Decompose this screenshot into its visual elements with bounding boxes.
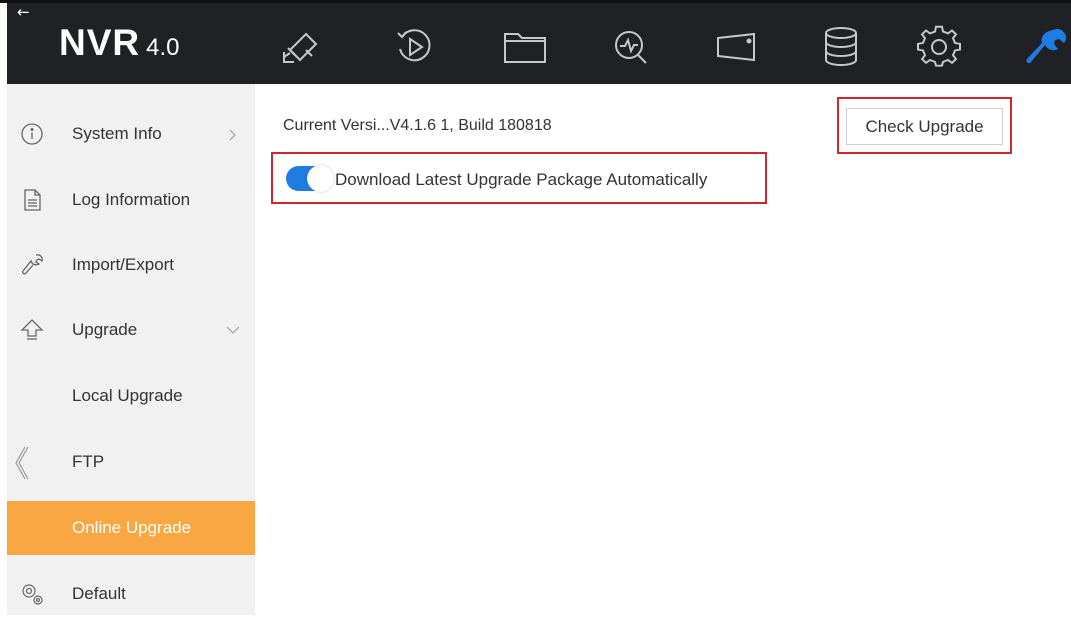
collapse-chevron-left-icon[interactable] bbox=[11, 444, 31, 482]
toggle-knob bbox=[307, 165, 334, 192]
sidebar-item-label: Local Upgrade bbox=[72, 386, 183, 405]
brand-version: 4.0 bbox=[146, 34, 180, 61]
brand-name: NVR bbox=[59, 22, 141, 63]
live-view-camera-icon[interactable] bbox=[276, 24, 324, 70]
sidebar-item-import-export[interactable]: Import/Export bbox=[7, 233, 255, 298]
file-folder-icon[interactable] bbox=[501, 24, 549, 70]
info-icon bbox=[19, 121, 45, 147]
sidebar-item-ftp[interactable]: FTP bbox=[7, 430, 255, 495]
sidebar: System Info Log Information Import/Expor… bbox=[7, 84, 255, 615]
sidebar-item-local-upgrade[interactable]: Local Upgrade bbox=[7, 364, 255, 429]
top-navigation-bar: ← NVR 4.0 bbox=[7, 3, 1071, 84]
sidebar-item-default[interactable]: Default bbox=[7, 562, 255, 627]
settings-gear-icon[interactable] bbox=[915, 24, 963, 70]
sidebar-item-system-info[interactable]: System Info bbox=[7, 102, 255, 167]
chevron-right-icon bbox=[224, 126, 242, 144]
sidebar-item-upgrade[interactable]: Upgrade bbox=[7, 298, 255, 363]
sidebar-item-label: Log Information bbox=[72, 190, 191, 209]
document-icon bbox=[19, 187, 45, 213]
chevron-down-icon bbox=[224, 321, 242, 339]
sidebar-item-log-information[interactable]: Log Information bbox=[7, 168, 255, 233]
gears-icon bbox=[19, 581, 45, 607]
sidebar-item-label: FTP bbox=[72, 452, 105, 471]
playback-icon[interactable] bbox=[390, 24, 438, 70]
screen-display-icon[interactable] bbox=[712, 24, 760, 70]
sidebar-item-online-upgrade[interactable]: Online Upgrade bbox=[7, 501, 255, 555]
current-version-text: Current Versi...V4.1.6 1, Build 180818 bbox=[283, 117, 552, 134]
maintenance-wrench-icon[interactable] bbox=[1023, 24, 1071, 70]
sidebar-item-label: Import/Export bbox=[72, 255, 175, 274]
sidebar-item-label: System Info bbox=[72, 124, 162, 143]
brand-logo: NVR 4.0 bbox=[59, 22, 180, 64]
smart-analysis-icon[interactable] bbox=[607, 24, 655, 70]
back-arrow-icon[interactable]: ← bbox=[17, 4, 30, 20]
storage-icon[interactable] bbox=[817, 24, 865, 70]
sidebar-item-label: Upgrade bbox=[72, 320, 138, 339]
wrench-icon bbox=[19, 252, 45, 278]
auto-download-label: Download Latest Upgrade Package Automati… bbox=[335, 170, 708, 189]
sidebar-item-label: Default bbox=[72, 584, 126, 603]
sidebar-item-label: Online Upgrade bbox=[72, 518, 192, 537]
auto-download-toggle[interactable] bbox=[286, 165, 334, 192]
check-upgrade-button[interactable]: Check Upgrade bbox=[846, 108, 1003, 145]
upgrade-arrow-icon bbox=[19, 317, 45, 343]
